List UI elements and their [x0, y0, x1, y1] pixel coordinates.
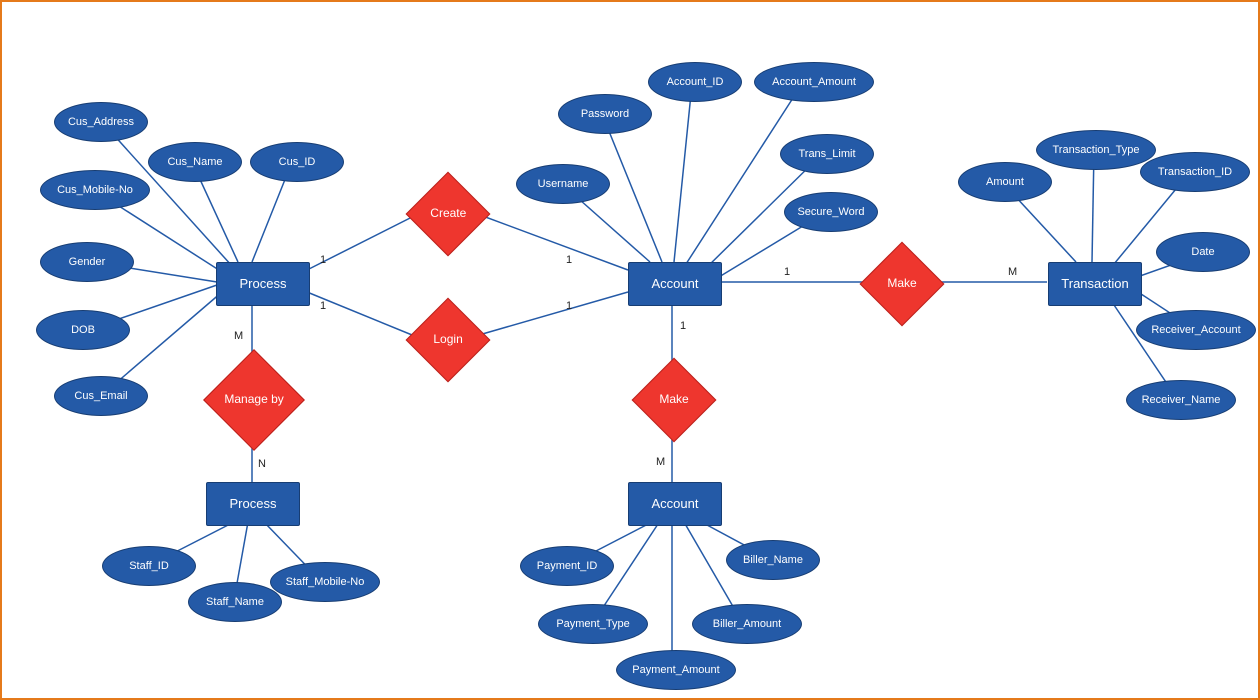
attr-label: Gender	[69, 256, 106, 268]
entity-label: Process	[240, 277, 287, 291]
attr-transaction-id[interactable]: Transaction_ID	[1140, 152, 1250, 192]
attr-label: Receiver_Name	[1142, 394, 1221, 406]
attr-amount[interactable]: Amount	[958, 162, 1052, 202]
card-process-create: 1	[320, 254, 326, 266]
attr-label: DOB	[71, 324, 95, 336]
entity-account-bottom[interactable]: Account	[628, 482, 722, 526]
relationship-label: Make	[887, 277, 916, 290]
attr-username[interactable]: Username	[516, 164, 610, 204]
entity-transaction[interactable]: Transaction	[1048, 262, 1142, 306]
attr-label: Biller_Name	[743, 554, 803, 566]
attr-label: Biller_Amount	[713, 618, 781, 630]
attr-label: Account_Amount	[772, 76, 856, 88]
attr-payment-amount[interactable]: Payment_Amount	[616, 650, 736, 690]
attr-label: Receiver_Account	[1151, 324, 1240, 336]
attr-biller-amount[interactable]: Biller_Amount	[692, 604, 802, 644]
card-payment-make-down: M	[656, 456, 665, 468]
attr-staff-id[interactable]: Staff_ID	[102, 546, 196, 586]
attr-trans-limit[interactable]: Trans_Limit	[780, 134, 874, 174]
card-account-make-down: 1	[680, 320, 686, 332]
attr-gender[interactable]: Gender	[40, 242, 134, 282]
entity-label: Account	[652, 497, 699, 511]
entity-process-top[interactable]: Process	[216, 262, 310, 306]
entity-label: Process	[230, 497, 277, 511]
attr-label: Cus_Name	[167, 156, 222, 168]
attr-secure-word[interactable]: Secure_Word	[784, 192, 878, 232]
attr-cus-mobile-no[interactable]: Cus_Mobile-No	[40, 170, 150, 210]
attr-account-id[interactable]: Account_ID	[648, 62, 742, 102]
attr-label: Staff_Mobile-No	[286, 576, 365, 588]
attr-label: Payment_Type	[556, 618, 629, 630]
attr-password[interactable]: Password	[558, 94, 652, 134]
card-process-manage: M	[234, 330, 243, 342]
attr-label: Username	[538, 178, 589, 190]
attr-label: Transaction_Type	[1052, 144, 1139, 156]
attr-transaction-type[interactable]: Transaction_Type	[1036, 130, 1156, 170]
attr-label: Staff_ID	[129, 560, 169, 572]
card-staff-manage: N	[258, 458, 266, 470]
attr-receiver-name[interactable]: Receiver_Name	[1126, 380, 1236, 420]
attr-label: Cus_Address	[68, 116, 134, 128]
attr-staff-name[interactable]: Staff_Name	[188, 582, 282, 622]
attr-label: Password	[581, 108, 629, 120]
card-transaction-make-side: M	[1008, 266, 1017, 278]
relationship-label: Create	[430, 207, 466, 220]
attr-biller-name[interactable]: Biller_Name	[726, 540, 820, 580]
attr-cus-address[interactable]: Cus_Address	[54, 102, 148, 142]
card-account-make-side: 1	[784, 266, 790, 278]
attr-payment-type[interactable]: Payment_Type	[538, 604, 648, 644]
attr-cus-name[interactable]: Cus_Name	[148, 142, 242, 182]
entity-account-top[interactable]: Account	[628, 262, 722, 306]
attr-staff-mobile-no[interactable]: Staff_Mobile-No	[270, 562, 380, 602]
attr-account-amount[interactable]: Account_Amount	[754, 62, 874, 102]
attr-date[interactable]: Date	[1156, 232, 1250, 272]
card-process-login: 1	[320, 300, 326, 312]
entity-label: Transaction	[1061, 277, 1128, 291]
entity-label: Account	[652, 277, 699, 291]
attr-receiver-account[interactable]: Receiver_Account	[1136, 310, 1256, 350]
attr-label: Payment_ID	[537, 560, 598, 572]
attr-label: Staff_Name	[206, 596, 264, 608]
attr-label: Payment_Amount	[632, 664, 719, 676]
attr-label: Secure_Word	[797, 206, 864, 218]
attr-cus-id[interactable]: Cus_ID	[250, 142, 344, 182]
attr-label: Date	[1191, 246, 1214, 258]
attr-label: Account_ID	[667, 76, 724, 88]
attr-label: Trans_Limit	[798, 148, 855, 160]
relationship-label: Make	[659, 393, 688, 406]
attr-label: Transaction_ID	[1158, 166, 1232, 178]
er-diagram-canvas: Process Process Account Account Transact…	[0, 0, 1260, 700]
attr-label: Cus_Email	[74, 390, 127, 402]
card-account-create: 1	[566, 254, 572, 266]
relationship-label: Manage by	[224, 393, 283, 406]
entity-process-bottom[interactable]: Process	[206, 482, 300, 526]
relationship-label: Login	[433, 333, 462, 346]
attr-label: Amount	[986, 176, 1024, 188]
attr-payment-id[interactable]: Payment_ID	[520, 546, 614, 586]
attr-label: Cus_Mobile-No	[57, 184, 133, 196]
attr-cus-email[interactable]: Cus_Email	[54, 376, 148, 416]
card-account-login: 1	[566, 300, 572, 312]
attr-dob[interactable]: DOB	[36, 310, 130, 350]
attr-label: Cus_ID	[279, 156, 316, 168]
